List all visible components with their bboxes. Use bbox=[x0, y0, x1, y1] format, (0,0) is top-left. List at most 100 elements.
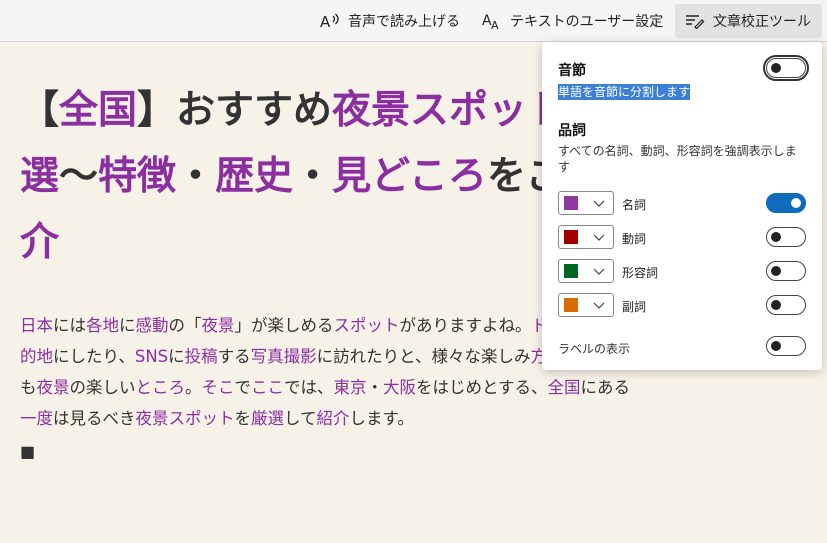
text-run: します。 bbox=[349, 409, 414, 428]
toggle-knob bbox=[771, 265, 781, 276]
highlighted-noun: 選 bbox=[20, 154, 60, 199]
syllables-description-text: 単語を音節に分割します bbox=[558, 84, 691, 100]
adjective-color-swatch bbox=[564, 264, 578, 278]
end-marker: ■ bbox=[20, 442, 36, 461]
adverb-label: 副詞 bbox=[622, 300, 647, 314]
noun-color-picker[interactable] bbox=[558, 191, 614, 215]
verb-color-swatch bbox=[564, 230, 578, 244]
toggle-knob bbox=[771, 340, 781, 351]
show-labels-label: ラベルの表示 bbox=[558, 342, 631, 356]
text-run: で bbox=[234, 378, 252, 397]
highlighted-noun: 夜景 bbox=[201, 316, 235, 335]
highlighted-noun: 大阪 bbox=[383, 378, 416, 397]
chevron-down-icon bbox=[593, 302, 605, 309]
verb-color-picker[interactable] bbox=[558, 225, 614, 249]
text-preferences-button[interactable]: A A テキストのユーザー設定 bbox=[472, 4, 673, 38]
text-preferences-icon: A A bbox=[482, 13, 499, 30]
text-run: 」が楽しめる bbox=[234, 316, 334, 335]
highlighted-noun: 一度 bbox=[20, 409, 53, 428]
text-run: する bbox=[217, 347, 251, 366]
toggle-knob bbox=[771, 299, 781, 310]
chevron-down-icon bbox=[593, 268, 605, 275]
highlighted-noun: 夜景 bbox=[36, 378, 70, 397]
highlighted-noun: 投稿 bbox=[184, 347, 218, 366]
text-run: には bbox=[53, 316, 86, 335]
read-aloud-button[interactable]: A 音声で読み上げる bbox=[310, 4, 470, 38]
text-run: 】おすすめ bbox=[137, 88, 333, 133]
text-run: に訪れたりと、様々 bbox=[316, 347, 465, 366]
show-labels-toggle[interactable] bbox=[766, 336, 806, 356]
text-run: ～ bbox=[59, 154, 99, 199]
noun-label: 名詞 bbox=[622, 198, 647, 212]
toggle-knob bbox=[771, 231, 781, 242]
highlighted-noun: 見どころ bbox=[332, 154, 487, 199]
highlighted-noun: 日本 bbox=[20, 316, 53, 335]
toggle-knob bbox=[771, 62, 781, 73]
svg-text:A: A bbox=[491, 19, 499, 30]
grammar-tools-label: 文章校正ツール bbox=[713, 14, 811, 30]
text-run: に bbox=[119, 316, 136, 335]
highlighted-noun: 全国 bbox=[59, 88, 138, 133]
highlighted-noun: 全国 bbox=[547, 378, 581, 397]
text-run: にしたり、 bbox=[53, 347, 135, 366]
text-run: がありますよね。 bbox=[399, 316, 532, 335]
adverb-color-picker[interactable] bbox=[558, 293, 614, 317]
highlighted-noun: ところ bbox=[135, 378, 186, 397]
text-run: して bbox=[284, 409, 317, 428]
text-run: にある bbox=[580, 378, 631, 397]
highlighted-noun: 写真撮影 bbox=[250, 347, 317, 366]
chevron-down-icon bbox=[593, 234, 605, 241]
verb-toggle[interactable] bbox=[766, 227, 806, 247]
parts-of-speech-heading: 品詞 bbox=[558, 122, 586, 138]
highlighted-noun: ここ bbox=[251, 378, 284, 397]
syllables-heading: 音節 bbox=[558, 62, 586, 78]
highlighted-noun: 厳選 bbox=[251, 409, 284, 428]
highlighted-noun: 夜景スポット bbox=[135, 409, 235, 428]
grammar-tools-icon bbox=[686, 15, 705, 29]
highlighted-noun: SNS bbox=[134, 347, 169, 366]
text-run: に bbox=[168, 347, 185, 366]
text-run: の「 bbox=[168, 316, 202, 335]
highlighted-noun: 歴史 bbox=[215, 154, 294, 199]
svg-text:A: A bbox=[320, 13, 331, 30]
adjective-color-picker[interactable] bbox=[558, 259, 614, 283]
text-run: は見るべき bbox=[53, 409, 136, 428]
noun-color-swatch bbox=[564, 196, 578, 210]
highlighted-noun: スポット bbox=[333, 316, 400, 335]
text-run: 。 bbox=[185, 378, 202, 397]
noun-toggle[interactable] bbox=[766, 193, 806, 213]
adjective-toggle[interactable] bbox=[766, 261, 806, 281]
verb-label: 動詞 bbox=[622, 232, 647, 246]
text-run: を bbox=[486, 154, 526, 199]
parts-of-speech-description: すべての名詞、動詞、形容詞を強調表示します bbox=[558, 144, 797, 174]
grammar-tools-button[interactable]: 文章校正ツール bbox=[675, 4, 822, 38]
toggle-knob bbox=[791, 197, 801, 208]
highlighted-noun: 東京 bbox=[333, 378, 367, 397]
highlighted-noun: 各地 bbox=[86, 316, 119, 335]
adverb-toggle[interactable] bbox=[766, 295, 806, 315]
highlighted-noun: 夜景スポット bbox=[332, 88, 567, 133]
highlighted-noun: そこ bbox=[201, 378, 235, 397]
text-run: ・ bbox=[293, 154, 333, 199]
text-preferences-label: テキストのユーザー設定 bbox=[510, 14, 664, 30]
text-run: では、 bbox=[284, 378, 334, 397]
chevron-down-icon bbox=[593, 200, 605, 207]
text-run: の楽しい bbox=[69, 378, 136, 397]
syllables-description: 単語を音節に分割します bbox=[558, 83, 691, 100]
text-run: 【 bbox=[20, 88, 60, 133]
highlighted-noun: 紹介 bbox=[316, 409, 350, 428]
text-run: をはじめとする、 bbox=[416, 378, 548, 397]
read-aloud-icon: A bbox=[320, 13, 339, 30]
reader-toolbar: A 音声で読み上げる A A テキストのユーザー設定 文章校正ツール bbox=[0, 0, 827, 42]
adjective-label: 形容詞 bbox=[622, 266, 659, 280]
text-run: を bbox=[234, 409, 252, 428]
text-run: ・ bbox=[366, 378, 384, 397]
grammar-tools-panel: 音節 単語を音節に分割します 品詞 すべての名詞、動詞、形容詞を強調表示します … bbox=[542, 42, 822, 370]
text-run: ・ bbox=[176, 154, 216, 199]
text-run: な楽しみ bbox=[464, 347, 531, 366]
highlighted-noun: 特徴 bbox=[98, 154, 177, 199]
highlighted-noun: 感動 bbox=[135, 316, 169, 335]
syllables-toggle[interactable] bbox=[763, 55, 809, 81]
adverb-color-swatch bbox=[564, 298, 578, 312]
read-aloud-label: 音声で読み上げる bbox=[348, 14, 460, 30]
